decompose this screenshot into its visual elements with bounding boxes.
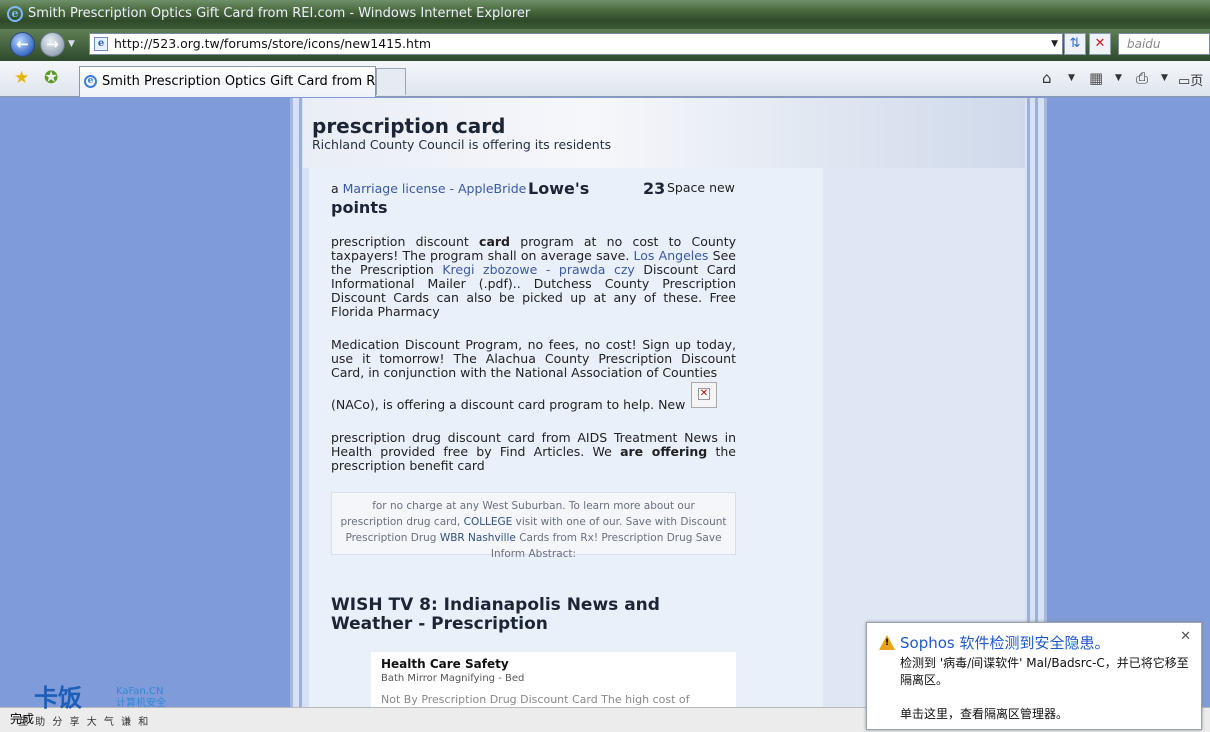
tab-row: ★ ✪ e Smith Prescription Optics Gift Car… <box>0 61 1210 97</box>
number-23: 23 <box>643 179 666 198</box>
lowes-label: Lowe's <box>528 179 590 198</box>
site-title: prescription card <box>312 114 506 138</box>
los-angeles-link[interactable]: Los Angeles <box>634 248 709 263</box>
url-text: http://523.org.tw/forums/store/icons/new… <box>114 36 432 51</box>
title-bar: e Smith Prescription Optics Gift Card fr… <box>0 0 1210 29</box>
stop-icon: ✕ <box>1094 36 1106 51</box>
close-icon[interactable]: ✕ <box>1180 629 1191 644</box>
broken-image-icon: ✕ <box>698 388 710 400</box>
page-right-margin <box>1047 98 1209 707</box>
site-subtitle: Richland County Council is offering its … <box>312 137 612 152</box>
back-arrow-icon: ← <box>16 35 29 53</box>
sophos-body: 检测到 '病毒/间谍软件' Mal/Badsrc-C，并已将它移至隔离区。 <box>900 656 1189 687</box>
page-viewport: prescription card Richland County Counci… <box>9 98 1209 707</box>
forward-button[interactable]: → <box>40 32 65 57</box>
recent-pages-dropdown-icon[interactable]: ▼ <box>68 39 75 49</box>
topline-prefix: a <box>331 181 343 196</box>
points-label: points <box>331 198 388 217</box>
tab-label: Smith Prescription Optics Gift Card from… <box>102 74 376 89</box>
paragraph-1: prescription discount card program at no… <box>331 235 736 319</box>
kafan-site: KaFan.CN <box>116 686 164 697</box>
print-dropdown-icon[interactable]: ▼ <box>1161 73 1168 83</box>
main-column: a Marriage license - AppleBride Lowe's 2… <box>309 168 823 707</box>
print-icon[interactable]: ⎙ <box>1136 69 1148 87</box>
kregi-zbozowe-link[interactable]: Kregi zbozowe - prawda czy <box>442 262 634 277</box>
quote-box: for no charge at any West Suburban. To l… <box>331 492 736 560</box>
refresh-icon: ⇅ <box>1069 36 1081 51</box>
paragraph-4: prescription drug discount card from AID… <box>331 431 736 473</box>
para1-text-a: prescription discount <box>331 234 480 249</box>
stop-button[interactable]: ✕ <box>1089 33 1111 55</box>
warning-icon: ! <box>879 635 895 650</box>
frame-border-right-inner <box>1027 98 1030 707</box>
page-menu[interactable]: ▭页 <box>1178 70 1203 89</box>
frame-border-right-outer <box>1035 98 1038 707</box>
quote-text-c: Cards from Rx! Prescription Drug Save In… <box>490 532 722 560</box>
page-icon: e <box>94 37 108 51</box>
refresh-button[interactable]: ⇅ <box>1064 33 1086 55</box>
add-favorite-icon[interactable]: ✪ <box>44 69 58 87</box>
para1-bold: card <box>479 234 511 249</box>
page-frame: prescription card Richland County Counci… <box>290 98 1047 707</box>
paragraph-3: (NACo), is offering a discount card prog… <box>331 397 686 412</box>
ie-logo-icon: e <box>7 6 23 22</box>
address-input[interactable]: e http://523.org.tw/forums/store/icons/n… <box>89 33 1063 55</box>
box-title: Health Care Safety <box>381 657 509 671</box>
box-subtitle: Bath Mirror Magnifying - Bed <box>381 673 525 684</box>
broken-image-placeholder: ✕ <box>691 382 717 408</box>
tab-ie-icon: e <box>84 75 97 88</box>
sophos-action-link[interactable]: 单击这里，查看隔离区管理器。 <box>900 705 1068 722</box>
para4-bold: are offering <box>620 444 708 459</box>
page-menu-label: 页 <box>1190 74 1204 89</box>
home-icon[interactable]: ⌂ <box>1042 69 1052 87</box>
feeds-icon[interactable]: ▦ <box>1089 69 1103 87</box>
page-left-margin <box>9 98 290 707</box>
wbr-nashville-link[interactable]: WBR Nashville <box>440 532 516 544</box>
kafan-slogan: 互 助 分 享 大 气 谦 和 <box>18 717 151 728</box>
kafan-tag: 计算机安全 <box>116 698 166 709</box>
browser-window: e Smith Prescription Optics Gift Card fr… <box>0 0 1210 732</box>
window-title: Smith Prescription Optics Gift Card from… <box>28 6 531 21</box>
favorites-star-icon[interactable]: ★ <box>14 69 29 87</box>
sophos-title: Sophos 软件检测到安全隐患。 <box>900 634 1110 652</box>
tab-active[interactable]: e Smith Prescription Optics Gift Card fr… <box>79 66 376 97</box>
health-care-box: Health Care Safety Bath Mirror Magnifyin… <box>371 652 736 707</box>
search-input[interactable]: baidu <box>1118 33 1210 55</box>
back-button[interactable]: ← <box>10 32 35 57</box>
kafan-logo: 卡饭 <box>34 684 82 712</box>
marriage-license-link[interactable]: Marriage license - AppleBride <box>343 181 527 196</box>
paragraph-2: Medication Discount Program, no fees, no… <box>331 337 736 380</box>
address-row: ← → ▼ e http://523.org.tw/forums/store/i… <box>0 29 1210 61</box>
space-new-label: Space new <box>667 180 735 195</box>
search-placeholder: baidu <box>1127 37 1161 51</box>
feeds-dropdown-icon[interactable]: ▼ <box>1115 73 1122 83</box>
forward-arrow-icon: → <box>46 35 59 53</box>
frame-border-left <box>299 98 302 707</box>
home-dropdown-icon[interactable]: ▼ <box>1068 73 1075 83</box>
college-link[interactable]: COLLEGE <box>464 516 513 528</box>
kafan-watermark: 卡饭 KaFan.CN 计算机安全 互 助 分 享 大 气 谦 和 <box>18 684 174 728</box>
section-heading: WISH TV 8: Indianapolis News and Weather… <box>331 595 660 634</box>
address-dropdown-icon[interactable]: ▼ <box>1051 34 1058 54</box>
new-tab-button[interactable] <box>376 68 406 95</box>
sophos-alert[interactable]: ! Sophos 软件检测到安全隐患。 ✕ 检测到 '病毒/间谍软件' Mal/… <box>866 622 1202 730</box>
box-cut-text: Not By Prescription Drug Discount Card T… <box>381 693 690 706</box>
